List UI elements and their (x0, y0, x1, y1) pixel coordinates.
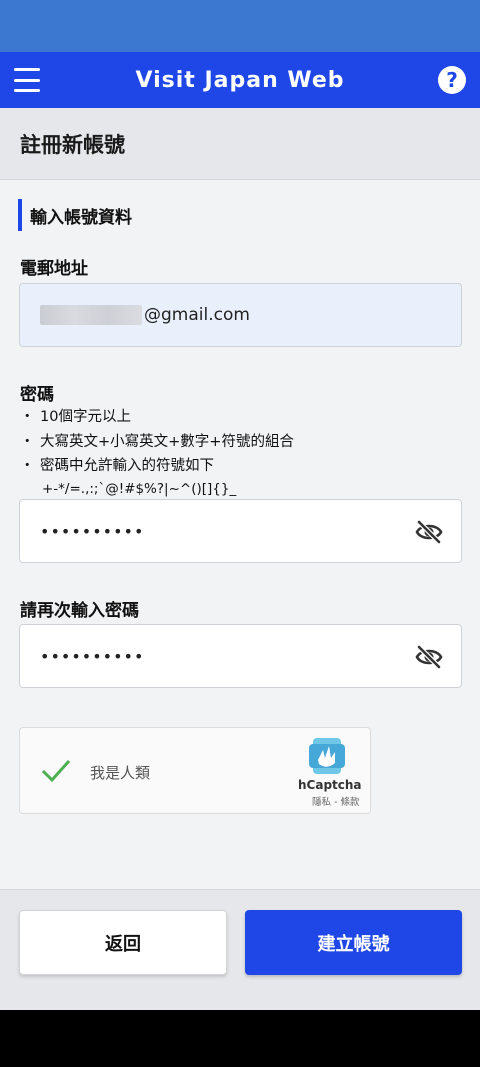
help-icon[interactable]: ? (438, 66, 466, 94)
email-field[interactable]: @gmail.com (19, 283, 462, 347)
confirm-password-field[interactable]: •••••••••• (19, 624, 462, 688)
eye-off-icon[interactable] (415, 519, 443, 545)
hamburger-menu-icon[interactable] (14, 68, 40, 92)
back-button[interactable]: 返回 (19, 910, 227, 975)
hcaptcha-privacy-terms-link[interactable]: 隱私 - 條款 (312, 794, 359, 808)
password-value: •••••••••• (40, 521, 145, 541)
password-rule: ・ 10個字元以上 (20, 409, 131, 425)
bottom-action-bar: 返回 建立帳號 (0, 889, 480, 1010)
app-bar: Visit Japan Web ? (0, 52, 480, 108)
checkmark-icon[interactable] (40, 758, 72, 784)
password-rule: ・大寫英文+小寫英文+數字+符號的組合 (20, 433, 294, 450)
allowed-symbols: +-*/=.,:;`@!#$%?|~^()[]{}_ (42, 480, 237, 497)
password-field[interactable]: •••••••••• (19, 499, 462, 563)
hcaptcha-widget[interactable]: 我是人類 hCaptcha 隱私 - 條款 (19, 727, 371, 814)
page-header: 註冊新帳號 (0, 108, 480, 180)
captcha-label: 我是人類 (90, 764, 151, 782)
confirm-password-value: •••••••••• (40, 646, 145, 666)
eye-off-icon[interactable] (415, 644, 443, 670)
hcaptcha-logo-icon (309, 738, 345, 774)
email-redacted-part (40, 305, 142, 325)
status-bar (0, 0, 480, 52)
section-title: 輸入帳號資料 (18, 199, 132, 231)
email-label: 電郵地址 (20, 259, 88, 279)
create-account-button[interactable]: 建立帳號 (245, 910, 462, 975)
confirm-password-label: 請再次輸入密碼 (20, 601, 139, 621)
page-title: 註冊新帳號 (20, 132, 125, 157)
email-value: @gmail.com (144, 305, 250, 325)
password-rules: ・ 10個字元以上 ・大寫英文+小寫英文+數字+符號的組合 ・密碼中允許輸入的符號… (20, 405, 460, 499)
hcaptcha-brand: hCaptcha (298, 778, 362, 792)
password-label: 密碼 (20, 385, 54, 405)
password-rule: ・密碼中允許輸入的符號如下 (20, 458, 214, 474)
system-nav-bar (0, 1010, 480, 1067)
app-title: Visit Japan Web (135, 67, 345, 93)
